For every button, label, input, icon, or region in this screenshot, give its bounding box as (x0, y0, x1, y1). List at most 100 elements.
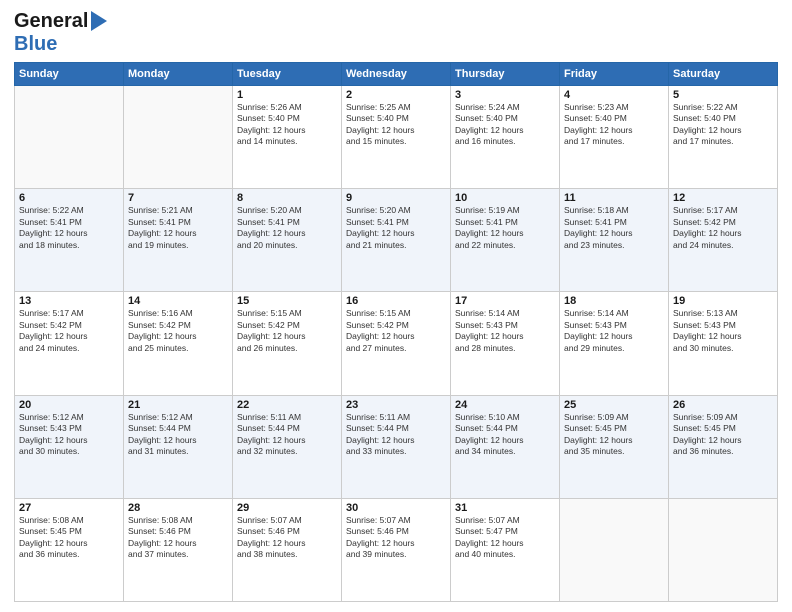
day-number: 27 (19, 502, 119, 514)
day-info: Sunrise: 5:20 AMSunset: 5:41 PMDaylight:… (237, 205, 337, 251)
day-info: Sunrise: 5:09 AMSunset: 5:45 PMDaylight:… (564, 412, 664, 458)
calendar-cell: 21Sunrise: 5:12 AMSunset: 5:44 PMDayligh… (124, 395, 233, 498)
calendar-cell: 3Sunrise: 5:24 AMSunset: 5:40 PMDaylight… (451, 86, 560, 189)
column-header-monday: Monday (124, 63, 233, 86)
calendar-cell: 11Sunrise: 5:18 AMSunset: 5:41 PMDayligh… (560, 189, 669, 292)
logo-blue-text: Blue (14, 33, 57, 55)
day-number: 16 (346, 295, 446, 307)
calendar-cell: 19Sunrise: 5:13 AMSunset: 5:43 PMDayligh… (669, 292, 778, 395)
day-number: 21 (128, 399, 228, 411)
day-info: Sunrise: 5:09 AMSunset: 5:45 PMDaylight:… (673, 412, 773, 458)
calendar-week-row: 27Sunrise: 5:08 AMSunset: 5:45 PMDayligh… (15, 498, 778, 601)
day-info: Sunrise: 5:22 AMSunset: 5:41 PMDaylight:… (19, 205, 119, 251)
calendar-cell: 23Sunrise: 5:11 AMSunset: 5:44 PMDayligh… (342, 395, 451, 498)
day-number: 8 (237, 192, 337, 204)
calendar-table: SundayMondayTuesdayWednesdayThursdayFrid… (14, 62, 778, 602)
day-number: 11 (564, 192, 664, 204)
day-number: 30 (346, 502, 446, 514)
day-info: Sunrise: 5:14 AMSunset: 5:43 PMDaylight:… (455, 308, 555, 354)
logo: General Blue (14, 10, 107, 56)
calendar-cell: 2Sunrise: 5:25 AMSunset: 5:40 PMDaylight… (342, 86, 451, 189)
column-header-wednesday: Wednesday (342, 63, 451, 86)
day-number: 1 (237, 89, 337, 101)
column-header-sunday: Sunday (15, 63, 124, 86)
day-number: 2 (346, 89, 446, 101)
day-number: 12 (673, 192, 773, 204)
day-info: Sunrise: 5:25 AMSunset: 5:40 PMDaylight:… (346, 102, 446, 148)
day-number: 20 (19, 399, 119, 411)
day-info: Sunrise: 5:07 AMSunset: 5:47 PMDaylight:… (455, 515, 555, 561)
calendar-cell: 28Sunrise: 5:08 AMSunset: 5:46 PMDayligh… (124, 498, 233, 601)
calendar-cell: 20Sunrise: 5:12 AMSunset: 5:43 PMDayligh… (15, 395, 124, 498)
day-info: Sunrise: 5:16 AMSunset: 5:42 PMDaylight:… (128, 308, 228, 354)
day-number: 13 (19, 295, 119, 307)
day-number: 6 (19, 192, 119, 204)
calendar-cell: 17Sunrise: 5:14 AMSunset: 5:43 PMDayligh… (451, 292, 560, 395)
day-number: 28 (128, 502, 228, 514)
day-number: 4 (564, 89, 664, 101)
day-info: Sunrise: 5:12 AMSunset: 5:44 PMDaylight:… (128, 412, 228, 458)
calendar-header-row: SundayMondayTuesdayWednesdayThursdayFrid… (15, 63, 778, 86)
calendar-cell: 16Sunrise: 5:15 AMSunset: 5:42 PMDayligh… (342, 292, 451, 395)
day-number: 14 (128, 295, 228, 307)
day-number: 19 (673, 295, 773, 307)
day-number: 3 (455, 89, 555, 101)
day-info: Sunrise: 5:23 AMSunset: 5:40 PMDaylight:… (564, 102, 664, 148)
day-info: Sunrise: 5:17 AMSunset: 5:42 PMDaylight:… (19, 308, 119, 354)
calendar-cell (124, 86, 233, 189)
calendar-cell (15, 86, 124, 189)
calendar-cell: 7Sunrise: 5:21 AMSunset: 5:41 PMDaylight… (124, 189, 233, 292)
header: General Blue (14, 10, 778, 56)
calendar-week-row: 13Sunrise: 5:17 AMSunset: 5:42 PMDayligh… (15, 292, 778, 395)
calendar-cell: 22Sunrise: 5:11 AMSunset: 5:44 PMDayligh… (233, 395, 342, 498)
calendar-cell: 26Sunrise: 5:09 AMSunset: 5:45 PMDayligh… (669, 395, 778, 498)
logo-arrow-icon (91, 11, 107, 31)
day-number: 15 (237, 295, 337, 307)
calendar-cell: 1Sunrise: 5:26 AMSunset: 5:40 PMDaylight… (233, 86, 342, 189)
day-info: Sunrise: 5:26 AMSunset: 5:40 PMDaylight:… (237, 102, 337, 148)
day-info: Sunrise: 5:15 AMSunset: 5:42 PMDaylight:… (237, 308, 337, 354)
logo-text: General (14, 10, 88, 33)
day-number: 26 (673, 399, 773, 411)
day-info: Sunrise: 5:24 AMSunset: 5:40 PMDaylight:… (455, 102, 555, 148)
day-number: 25 (564, 399, 664, 411)
day-number: 24 (455, 399, 555, 411)
calendar-cell (669, 498, 778, 601)
day-info: Sunrise: 5:17 AMSunset: 5:42 PMDaylight:… (673, 205, 773, 251)
calendar-week-row: 20Sunrise: 5:12 AMSunset: 5:43 PMDayligh… (15, 395, 778, 498)
calendar-cell: 14Sunrise: 5:16 AMSunset: 5:42 PMDayligh… (124, 292, 233, 395)
calendar-cell: 31Sunrise: 5:07 AMSunset: 5:47 PMDayligh… (451, 498, 560, 601)
day-info: Sunrise: 5:11 AMSunset: 5:44 PMDaylight:… (346, 412, 446, 458)
day-info: Sunrise: 5:10 AMSunset: 5:44 PMDaylight:… (455, 412, 555, 458)
day-info: Sunrise: 5:14 AMSunset: 5:43 PMDaylight:… (564, 308, 664, 354)
day-number: 17 (455, 295, 555, 307)
day-number: 7 (128, 192, 228, 204)
page: General Blue SundayMondayTuesdayWednesda… (0, 0, 792, 612)
calendar-cell: 30Sunrise: 5:07 AMSunset: 5:46 PMDayligh… (342, 498, 451, 601)
day-info: Sunrise: 5:08 AMSunset: 5:46 PMDaylight:… (128, 515, 228, 561)
column-header-saturday: Saturday (669, 63, 778, 86)
calendar-cell: 24Sunrise: 5:10 AMSunset: 5:44 PMDayligh… (451, 395, 560, 498)
day-info: Sunrise: 5:12 AMSunset: 5:43 PMDaylight:… (19, 412, 119, 458)
calendar-cell: 25Sunrise: 5:09 AMSunset: 5:45 PMDayligh… (560, 395, 669, 498)
day-number: 9 (346, 192, 446, 204)
calendar-cell: 6Sunrise: 5:22 AMSunset: 5:41 PMDaylight… (15, 189, 124, 292)
day-number: 18 (564, 295, 664, 307)
day-info: Sunrise: 5:07 AMSunset: 5:46 PMDaylight:… (346, 515, 446, 561)
calendar-cell: 8Sunrise: 5:20 AMSunset: 5:41 PMDaylight… (233, 189, 342, 292)
column-header-friday: Friday (560, 63, 669, 86)
day-info: Sunrise: 5:21 AMSunset: 5:41 PMDaylight:… (128, 205, 228, 251)
day-number: 22 (237, 399, 337, 411)
calendar-cell (560, 498, 669, 601)
calendar-cell: 29Sunrise: 5:07 AMSunset: 5:46 PMDayligh… (233, 498, 342, 601)
column-header-thursday: Thursday (451, 63, 560, 86)
calendar-week-row: 1Sunrise: 5:26 AMSunset: 5:40 PMDaylight… (15, 86, 778, 189)
day-info: Sunrise: 5:20 AMSunset: 5:41 PMDaylight:… (346, 205, 446, 251)
calendar-cell: 13Sunrise: 5:17 AMSunset: 5:42 PMDayligh… (15, 292, 124, 395)
day-info: Sunrise: 5:13 AMSunset: 5:43 PMDaylight:… (673, 308, 773, 354)
day-info: Sunrise: 5:19 AMSunset: 5:41 PMDaylight:… (455, 205, 555, 251)
day-info: Sunrise: 5:18 AMSunset: 5:41 PMDaylight:… (564, 205, 664, 251)
column-header-tuesday: Tuesday (233, 63, 342, 86)
calendar-week-row: 6Sunrise: 5:22 AMSunset: 5:41 PMDaylight… (15, 189, 778, 292)
day-info: Sunrise: 5:15 AMSunset: 5:42 PMDaylight:… (346, 308, 446, 354)
